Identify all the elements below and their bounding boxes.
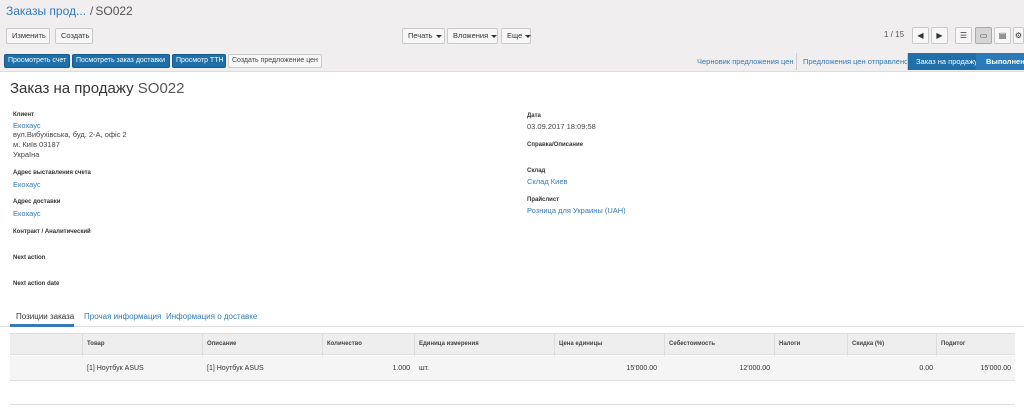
column-header-description[interactable]: Описание — [207, 341, 236, 347]
column-divider — [202, 334, 203, 356]
more-label: Еще — [507, 31, 523, 40]
table-header: Товар Описание Количество Единица измере… — [10, 333, 1015, 356]
next-icon[interactable]: ▶ — [931, 27, 948, 44]
calendar-view-icon[interactable]: ▤ — [994, 27, 1011, 44]
breadcrumb-parent-link[interactable]: Заказы прод... — [6, 4, 86, 18]
tab-delivery-info[interactable]: Информация о доставке — [166, 312, 257, 321]
invoice-address-label: Адрес выставления счета — [13, 170, 91, 176]
previous-icon[interactable]: ◀ — [912, 27, 929, 44]
pricelist-label: Прайслист — [527, 197, 560, 203]
invoice-address-link[interactable]: Екохаус — [13, 180, 41, 189]
divider — [10, 404, 1015, 405]
cell-uom: шт. — [419, 365, 429, 372]
cell-unit-price: 15'000.00 — [626, 365, 657, 372]
column-header-product[interactable]: Товар — [87, 341, 105, 347]
cell-product: [1] Ноутбук ASUS — [87, 365, 144, 372]
status-done[interactable]: Выполнено — [976, 53, 1024, 70]
title-number: SO022 — [137, 80, 185, 97]
column-divider — [774, 334, 775, 356]
column-header-discount[interactable]: Скидка (%) — [852, 341, 884, 347]
view-ttn-button[interactable]: Просмотр ТТН — [172, 54, 226, 68]
order-lines-table: Товар Описание Количество Единица измере… — [10, 333, 1015, 381]
column-header-uom[interactable]: Единица измерения — [419, 341, 479, 347]
column-divider — [414, 334, 415, 356]
column-divider — [554, 334, 555, 356]
print-dropdown[interactable]: Печать — [402, 28, 445, 44]
cell-cost: 12'000.00 — [739, 365, 770, 372]
breadcrumb-separator: / — [90, 4, 94, 18]
create-proposal-button[interactable]: Создать предложение цен — [228, 54, 322, 68]
breadcrumb: Заказы прод... / SO022 — [6, 4, 133, 18]
client-address-line: Україна — [13, 150, 40, 159]
status-divider — [796, 53, 797, 70]
cell-discount: 0.00 — [919, 365, 933, 372]
status-draft[interactable]: Черновик предложения цен — [697, 53, 794, 70]
client-name-link[interactable]: Екохаус — [13, 121, 41, 130]
cell-description: [1] Ноутбук ASUS — [207, 365, 264, 372]
edit-button[interactable]: Изменить — [6, 28, 50, 44]
status-sale[interactable]: Заказ на продажу — [908, 53, 978, 70]
column-header-cost[interactable]: Себестоимость — [669, 341, 715, 347]
date-label: Дата — [527, 113, 541, 119]
date-value: 03.09.2017 18:09:58 — [527, 122, 596, 131]
reference-label: Справка/Описание — [527, 142, 584, 148]
delivery-address-link[interactable]: Екохаус — [13, 209, 41, 218]
tab-other-info[interactable]: Прочая информация — [84, 312, 161, 321]
pager-value[interactable]: 1 / 15 — [884, 30, 904, 39]
column-divider — [322, 334, 323, 356]
more-dropdown[interactable]: Еще — [501, 28, 532, 44]
active-tab-indicator — [10, 324, 74, 327]
column-header-quantity[interactable]: Количество — [327, 341, 362, 347]
create-button[interactable]: Создать — [55, 28, 93, 44]
client-address-line: м. Київ 03187 — [13, 140, 60, 149]
view-invoice-button[interactable]: Просмотреть счет — [4, 54, 70, 68]
column-divider — [82, 334, 83, 356]
pricelist-link[interactable]: Розница для Украины (UAH) — [527, 206, 626, 215]
warehouse-link[interactable]: Склад Киев — [527, 177, 568, 186]
title-prefix: Заказ на продажу — [10, 80, 134, 97]
caret-down-icon — [525, 34, 532, 38]
column-divider — [664, 334, 665, 356]
page-title: Заказ на продажу SO022 — [10, 80, 184, 97]
table-row[interactable]: [1] Ноутбук ASUS [1] Ноутбук ASUS 1.000 … — [10, 356, 1015, 381]
client-address-line: вул.Вибухівська, буд. 2-А, офіс 2 — [13, 130, 127, 139]
next-action-date-label: Next action date — [13, 281, 60, 287]
column-header-unit-price[interactable]: Цена единицы — [559, 341, 602, 347]
warehouse-label: Склад — [527, 168, 546, 174]
attachments-dropdown[interactable]: Вложения — [447, 28, 498, 44]
next-action-label: Next action — [13, 255, 46, 261]
cell-quantity: 1.000 — [392, 365, 410, 372]
contract-label: Контракт / Аналитический — [13, 229, 91, 235]
column-divider — [847, 334, 848, 356]
list-view-icon[interactable]: ☰ — [955, 27, 972, 44]
column-header-taxes[interactable]: Налоги — [779, 341, 800, 347]
status-sent[interactable]: Предложения цен отправлено — [803, 53, 908, 70]
caret-down-icon — [491, 34, 498, 38]
print-label: Печать — [408, 31, 433, 40]
column-divider — [936, 334, 937, 356]
cell-subtotal: 15'000.00 — [980, 365, 1011, 372]
tab-order-lines[interactable]: Позиции заказа — [16, 312, 74, 321]
attachments-label: Вложения — [453, 31, 489, 40]
caret-down-icon — [435, 34, 442, 38]
form-view-icon[interactable]: ▭ — [975, 27, 992, 44]
graph-view-icon[interactable]: ⚙ — [1013, 27, 1024, 44]
view-delivery-button[interactable]: Посмотреть заказ доставки — [72, 54, 170, 68]
delivery-address-label: Адрес доставки — [13, 199, 61, 205]
breadcrumb-current: SO022 — [95, 4, 133, 18]
client-label: Клиент — [13, 112, 35, 118]
column-header-subtotal[interactable]: Подитог — [941, 341, 965, 347]
